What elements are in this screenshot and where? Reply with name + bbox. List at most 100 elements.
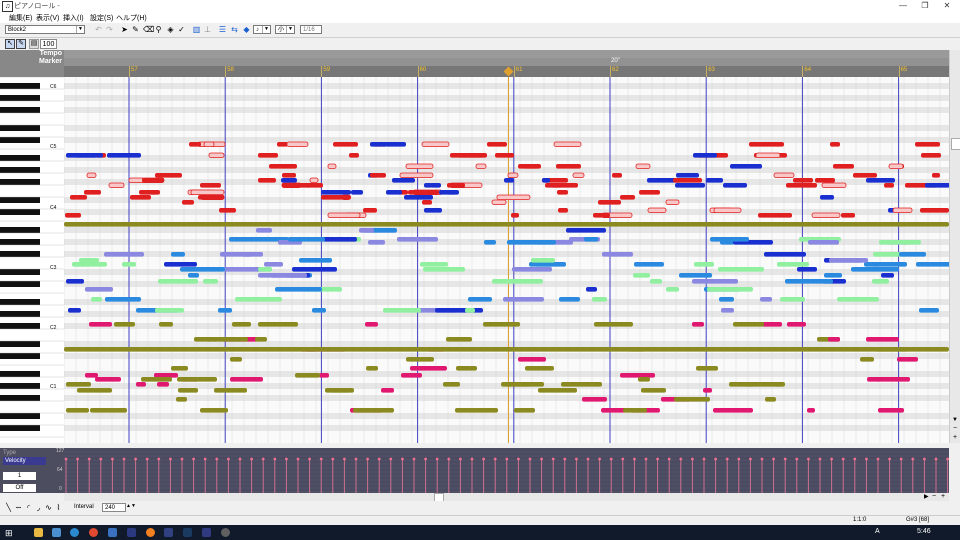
velocity-point[interactable] — [76, 457, 79, 461]
midi-note[interactable] — [545, 183, 578, 188]
midi-note[interactable] — [91, 297, 102, 302]
interval-field[interactable]: 240 — [102, 503, 126, 512]
midi-note[interactable] — [235, 297, 282, 302]
midi-note[interactable] — [692, 279, 738, 284]
midi-note[interactable] — [229, 237, 251, 242]
velocity-point[interactable] — [656, 457, 659, 461]
black-key[interactable] — [0, 239, 40, 245]
midi-note[interactable] — [366, 366, 378, 371]
glue-icon[interactable]: ◈ — [166, 25, 175, 34]
midi-note[interactable] — [363, 208, 377, 213]
midi-note[interactable] — [368, 240, 385, 245]
midi-note[interactable] — [230, 377, 263, 382]
midi-note[interactable] — [327, 163, 337, 169]
midi-note[interactable] — [572, 172, 585, 178]
midi-note[interactable] — [866, 337, 899, 342]
midi-note[interactable] — [286, 141, 309, 147]
midi-note[interactable] — [780, 297, 805, 302]
midi-note[interactable] — [514, 408, 535, 413]
midi-note[interactable] — [920, 208, 949, 213]
midi-note[interactable] — [641, 388, 666, 393]
midi-note[interactable] — [525, 366, 554, 371]
windows-start-icon[interactable]: ⊞ — [5, 528, 13, 539]
velocity-point[interactable] — [505, 457, 509, 461]
midi-note[interactable] — [458, 153, 487, 158]
velocity-point[interactable] — [122, 457, 126, 461]
grid-combo[interactable]: 小 ▼ — [275, 25, 295, 34]
black-key[interactable] — [0, 425, 40, 431]
velocity-point[interactable] — [389, 457, 393, 461]
velocity-point[interactable] — [563, 457, 567, 461]
midi-note[interactable] — [693, 153, 717, 158]
midi-note[interactable] — [602, 252, 633, 257]
midi-note[interactable] — [673, 178, 702, 183]
midi-note[interactable] — [612, 173, 622, 178]
midi-note[interactable] — [518, 357, 546, 362]
midi-note[interactable] — [122, 262, 136, 267]
velocity-point[interactable] — [261, 457, 265, 461]
midi-note[interactable] — [867, 377, 881, 382]
midi-note[interactable] — [815, 178, 835, 183]
velocity-point[interactable] — [401, 457, 404, 461]
midi-note[interactable] — [405, 163, 434, 169]
velocity-point[interactable] — [772, 457, 775, 461]
midi-note[interactable] — [164, 262, 197, 267]
midi-note[interactable] — [264, 262, 283, 267]
midi-note[interactable] — [553, 141, 582, 147]
menu-view[interactable]: 表示(V) — [36, 13, 59, 23]
midi-note[interactable] — [312, 308, 326, 313]
midi-note[interactable] — [399, 172, 434, 178]
midi-note[interactable] — [322, 237, 357, 242]
explorer-icon[interactable] — [34, 528, 43, 537]
select-mode-icon[interactable]: ↖ — [5, 39, 15, 49]
midi-note[interactable] — [876, 377, 910, 382]
redo-icon[interactable]: ↷ — [105, 25, 114, 34]
midi-note[interactable] — [787, 322, 806, 327]
midi-note[interactable] — [150, 190, 160, 195]
velocity-point[interactable] — [876, 457, 880, 461]
midi-note[interactable] — [383, 308, 421, 313]
midi-note[interactable] — [200, 408, 228, 413]
velocity-point[interactable] — [87, 457, 91, 461]
midi-note[interactable] — [696, 366, 718, 371]
undo-icon[interactable]: ↶ — [94, 25, 103, 34]
black-key[interactable] — [0, 311, 40, 317]
midi-note[interactable] — [404, 195, 433, 200]
midi-note[interactable] — [586, 287, 597, 292]
piano-roll-grid[interactable] — [64, 77, 949, 443]
wave-tool-icon[interactable]: ∽ — [14, 503, 23, 512]
midi-note[interactable] — [198, 195, 224, 200]
midi-note[interactable] — [95, 377, 121, 382]
midi-note[interactable] — [793, 178, 813, 183]
velocity-point[interactable] — [215, 457, 219, 461]
velocity-point[interactable] — [435, 457, 439, 461]
black-key[interactable] — [0, 341, 40, 347]
velocity-point[interactable] — [691, 457, 694, 461]
velocity-point[interactable] — [807, 457, 810, 461]
midi-note[interactable] — [176, 397, 187, 402]
midi-note[interactable] — [309, 177, 319, 183]
midi-note[interactable] — [89, 322, 112, 327]
velocity-mode-icon[interactable]: ▤ — [29, 39, 39, 49]
midi-note[interactable] — [408, 190, 439, 195]
velocity-point[interactable] — [679, 457, 683, 461]
midi-note[interactable] — [424, 208, 442, 213]
midi-note[interactable] — [830, 142, 840, 147]
midi-note[interactable] — [566, 228, 606, 233]
velocity-point[interactable] — [586, 457, 590, 461]
midi-note[interactable] — [561, 382, 602, 387]
velocity-point[interactable] — [227, 457, 230, 461]
midi-note[interactable] — [258, 153, 278, 158]
velocity-point[interactable] — [934, 457, 938, 461]
midi-note[interactable] — [456, 366, 477, 371]
midi-note[interactable] — [582, 397, 607, 402]
midi-note[interactable] — [420, 262, 448, 267]
maximize-button[interactable]: ❐ — [914, 0, 936, 12]
tempo-row[interactable] — [64, 50, 949, 58]
horizontal-scrollbar[interactable]: ▶ − + — [64, 493, 949, 502]
midi-note[interactable] — [762, 322, 782, 327]
app-icon-6[interactable] — [127, 528, 136, 537]
midi-note[interactable] — [159, 322, 173, 327]
midi-note[interactable] — [66, 382, 91, 387]
midi-note[interactable] — [620, 373, 655, 378]
